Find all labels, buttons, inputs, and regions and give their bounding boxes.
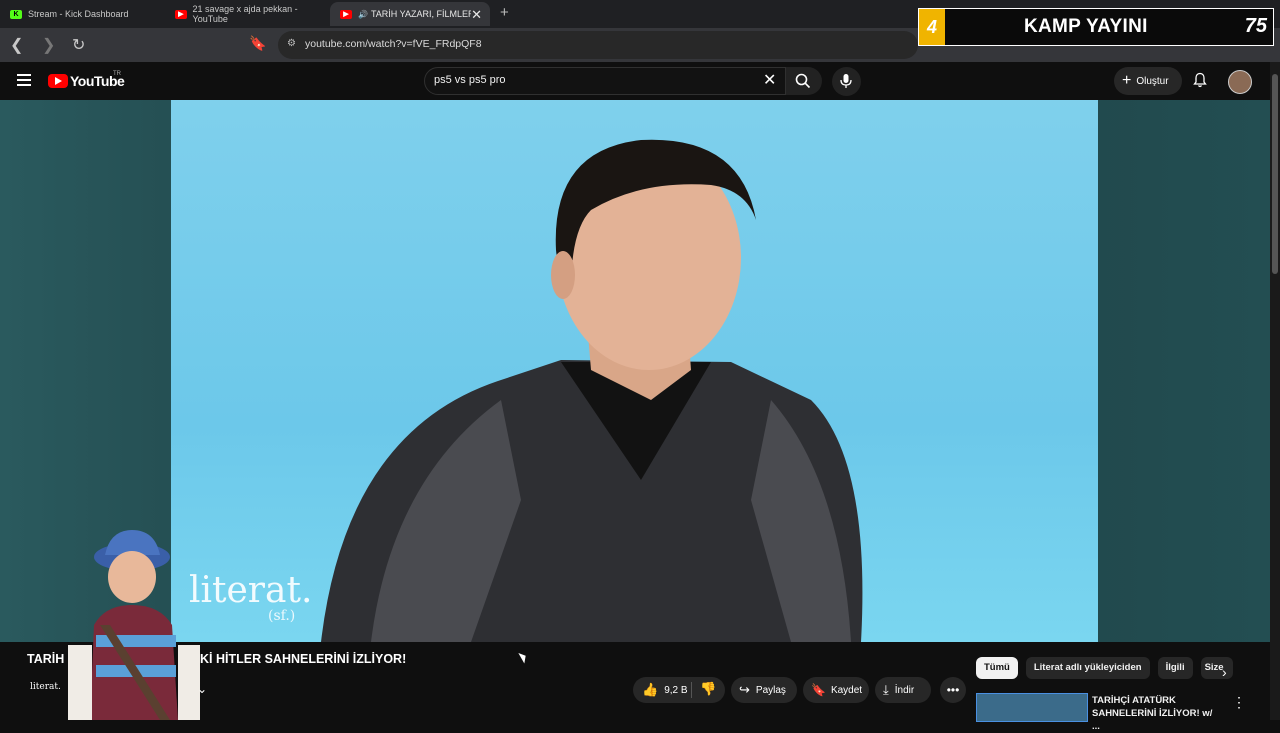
url-text[interactable]: youtube.com/watch?v=fVE_FRdpQF8 xyxy=(305,38,482,50)
chip-for-you[interactable]: Size xyxy=(1200,657,1233,679)
audio-playing-icon[interactable]: 🔊 xyxy=(358,10,368,19)
overlay-left-number: 4 xyxy=(919,9,945,45)
tab-label: Stream - Kick Dashboard xyxy=(28,9,129,19)
video-player[interactable]: literat. (sf.) xyxy=(171,100,1098,642)
download-button[interactable]: ⤓ İndir xyxy=(875,677,931,703)
scrollbar-thumb[interactable] xyxy=(1272,74,1278,274)
youtube-favicon-icon: ▶ xyxy=(340,9,352,19)
chevron-down-icon[interactable]: ⌄ xyxy=(197,682,207,696)
recommendation-title-line1: TARİHÇİ ATATÜRK xyxy=(1092,695,1176,706)
voice-search-button[interactable] xyxy=(832,67,861,96)
chip-related[interactable]: İlgili xyxy=(1157,657,1193,679)
tab-kick-dashboard[interactable]: K Stream - Kick Dashboard xyxy=(0,2,165,26)
microphone-icon xyxy=(840,74,852,88)
tab-youtube-ajda[interactable]: ▶ 21 savage x ajda pekkan - YouTube xyxy=(165,2,330,26)
like-divider xyxy=(691,682,692,698)
chip-all[interactable]: Tümü xyxy=(976,657,1018,679)
recommendation-title[interactable]: TARİHÇİ ATATÜRK SAHNELERİNİ İZLİYOR! w/ … xyxy=(1092,694,1222,733)
video-watermark-sub: (sf.) xyxy=(268,608,296,624)
page-scrollbar[interactable] xyxy=(1270,62,1280,720)
new-tab-button[interactable]: + xyxy=(500,4,509,21)
like-icon[interactable]: 👍 xyxy=(642,682,658,698)
notifications-bell-icon[interactable] xyxy=(1192,72,1208,88)
recommendation-thumbnail[interactable] xyxy=(976,693,1088,722)
recommendation-chips: Tümü Literat adlı yükleyiciden İlgili Si… xyxy=(976,657,1241,681)
overlay-right-number: 75 xyxy=(1244,15,1267,37)
youtube-header: YouTube TR xyxy=(0,62,1280,100)
overlay-title: KAMP YAYINI xyxy=(1024,16,1148,37)
more-horizontal-icon: ••• xyxy=(946,683,960,697)
download-icon: ⤓ xyxy=(883,682,889,697)
back-icon[interactable]: ❮ xyxy=(10,35,23,55)
like-dislike-group: 👍 9,2 B 👎 xyxy=(633,677,725,703)
menu-icon[interactable] xyxy=(17,74,31,86)
download-label: İndir xyxy=(894,684,915,696)
streamer-webcam-figure xyxy=(68,530,200,720)
chevron-right-icon[interactable]: › xyxy=(1222,664,1227,680)
channel-logo[interactable]: literat. xyxy=(30,682,61,692)
forward-icon[interactable]: ❯ xyxy=(42,35,55,55)
tab-label: TARİH YAZARI, FİLMLERDE xyxy=(370,9,471,19)
search-button[interactable] xyxy=(786,67,822,95)
youtube-logo-icon[interactable] xyxy=(48,74,68,88)
save-label: Kaydet xyxy=(830,684,863,696)
chip-from-uploader[interactable]: Literat adlı yükleyiciden xyxy=(1025,657,1150,679)
stream-overlay: 4 KAMP YAYINI 75 xyxy=(918,8,1274,46)
video-title-end: Kİ HİTLER SAHNELERİNİ İZLİYOR! xyxy=(200,652,407,666)
reload-icon[interactable]: ↻ xyxy=(72,35,85,55)
clear-search-icon[interactable]: ✕ xyxy=(763,70,776,90)
mouse-cursor-icon xyxy=(518,650,529,664)
save-icon: 🔖 xyxy=(811,683,826,697)
country-code: TR xyxy=(113,71,121,77)
like-count[interactable]: 9,2 B xyxy=(664,685,687,696)
account-avatar[interactable] xyxy=(1228,70,1252,94)
share-button[interactable]: ↪ Paylaş xyxy=(731,677,797,703)
video-frame-person xyxy=(321,139,863,642)
recommendation-title-line2: SAHNELERİNİ İZLİYOR! w/ ... xyxy=(1092,708,1213,732)
tab-label: 21 savage x ajda pekkan - YouTube xyxy=(192,4,298,24)
more-vertical-icon[interactable]: ⋮ xyxy=(1232,694,1246,711)
site-info-icon[interactable]: ⚙ xyxy=(287,38,296,49)
bookmark-icon[interactable]: 🔖 xyxy=(249,35,266,52)
create-label: Oluştur xyxy=(1136,75,1169,87)
kick-favicon-icon: K xyxy=(10,9,22,19)
close-tab-icon[interactable]: ✕ xyxy=(471,7,482,23)
video-title-start: TARİH xyxy=(27,652,65,666)
share-icon: ↪ xyxy=(739,682,750,697)
save-button[interactable]: 🔖 Kaydet xyxy=(803,677,869,703)
share-label: Paylaş xyxy=(755,684,786,696)
youtube-favicon-icon: ▶ xyxy=(175,9,187,19)
more-actions-button[interactable]: ••• xyxy=(940,677,966,703)
search-icon xyxy=(795,73,811,89)
plus-icon: + xyxy=(1122,72,1132,89)
tab-youtube-active[interactable]: ▶ 🔊 TARİH YAZARI, FİLMLERDE ✕ xyxy=(330,2,490,26)
create-button[interactable]: + Oluştur xyxy=(1114,67,1182,95)
dislike-icon[interactable]: 👎 xyxy=(700,681,716,697)
search-input[interactable]: ps5 vs ps5 pro xyxy=(434,74,506,86)
